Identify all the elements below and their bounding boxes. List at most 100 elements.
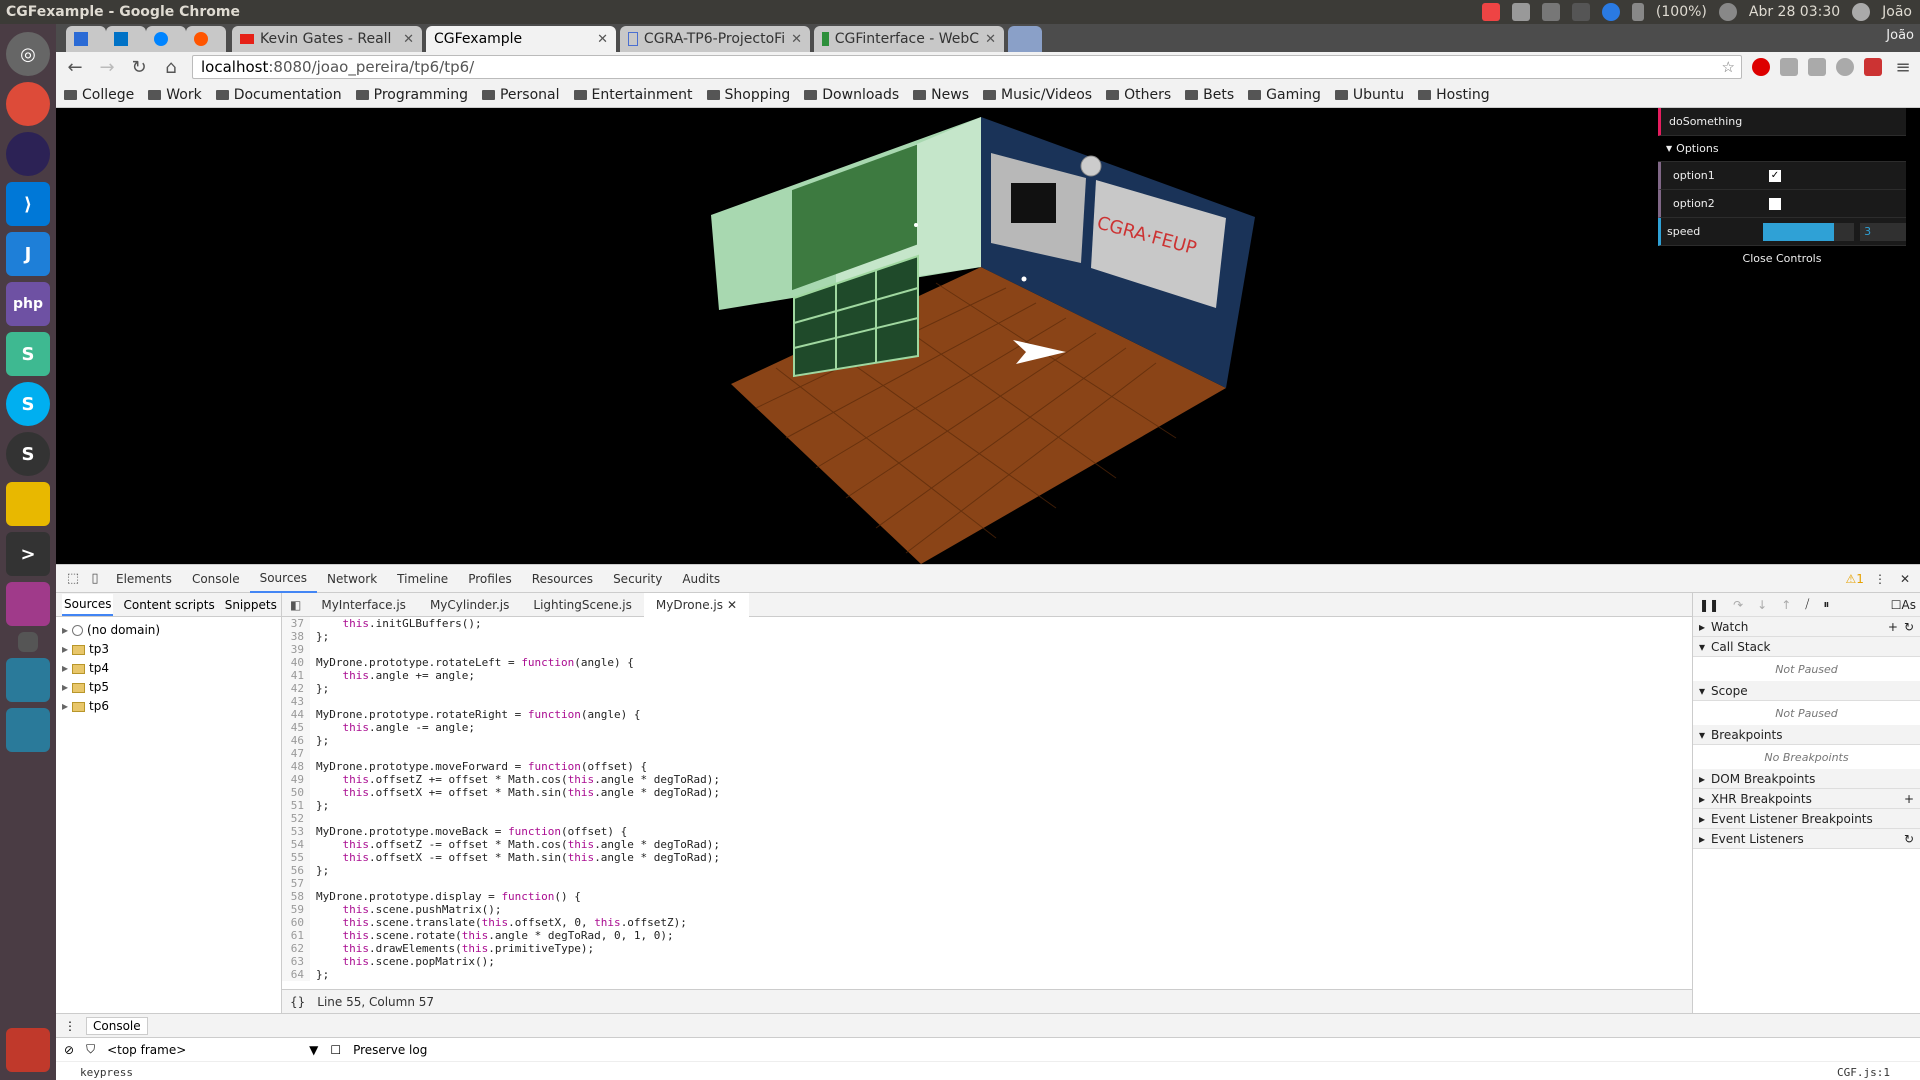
bookmark-news[interactable]: News [913,87,969,103]
options-folder[interactable]: ▼ Options [1658,136,1906,162]
ext-icon-5[interactable] [1864,58,1882,76]
battery-icon[interactable] [1631,3,1644,21]
devtools-tab-network[interactable]: Network [317,565,387,593]
option1-checkbox[interactable]: ✓ [1769,169,1781,182]
breakpoints-section[interactable]: ▾ Breakpoints [1693,725,1920,745]
bookmark-documentation[interactable]: Documentation [215,87,342,103]
callstack-section[interactable]: ▾ Call Stack [1693,637,1920,657]
close-tab-icon[interactable]: ✕ [985,32,996,47]
line-number[interactable]: 55 [282,851,310,864]
line-number[interactable]: 50 [282,786,310,799]
line-number[interactable]: 44 [282,708,310,721]
editor-tab-mydrone-js[interactable]: MyDrone.js ✕ [643,592,750,617]
devtools-tab-sources[interactable]: Sources [249,565,318,593]
ext-icon-4[interactable] [1836,58,1854,76]
forward-icon[interactable]: → [96,56,118,78]
speed-slider[interactable] [1762,222,1855,241]
devtools-tab-console[interactable]: Console [182,565,250,593]
expand-arrow-icon[interactable]: ▸ [62,640,68,659]
back-icon[interactable]: ← [64,56,86,78]
tab-cgfinterface[interactable]: CGFinterface - WebC ✕ [814,26,1004,52]
devtools-tab-elements[interactable]: Elements [106,565,182,593]
close-controls-button[interactable]: Close Controls [1658,246,1906,270]
ext-icon-2[interactable] [1780,58,1798,76]
files-icon[interactable] [6,482,50,526]
line-number[interactable]: 62 [282,942,310,955]
option2-checkbox[interactable] [1769,197,1781,210]
expand-arrow-icon[interactable]: ▸ [62,678,68,697]
refresh-listeners-icon[interactable]: ↻ [1904,832,1914,846]
event-listener-breakpoints-section[interactable]: ▸ Event Listener Breakpoints [1693,809,1920,829]
drawer-menu-icon[interactable]: ⋮ [64,1019,76,1033]
dash-icon[interactable]: ◎ [6,32,50,76]
refresh-watch-icon[interactable]: ↻ [1904,620,1914,634]
filter-icon[interactable]: ⛉ [86,1042,95,1057]
bookmark-gaming[interactable]: Gaming [1248,87,1321,103]
terminal-icon[interactable]: > [6,532,50,576]
line-number[interactable]: 52 [282,812,310,825]
line-number[interactable]: 48 [282,760,310,773]
line-number[interactable]: 58 [282,890,310,903]
tab-cgfexample[interactable]: CGFexample ✕ [426,26,616,52]
line-number[interactable]: 54 [282,838,310,851]
close-tab-icon[interactable]: ✕ [597,32,608,47]
line-number[interactable]: 38 [282,630,310,643]
do-something-button[interactable]: doSomething [1658,108,1906,136]
step-out-icon[interactable]: ↑ [1781,598,1791,612]
bookmark-college[interactable]: College [64,87,134,103]
bookmark-programming[interactable]: Programming [355,87,468,103]
slack-icon[interactable]: S [6,332,50,376]
step-over-icon[interactable]: ↷ [1733,598,1743,612]
expand-arrow-icon[interactable]: ▸ [62,659,68,678]
pinned-tab-messenger[interactable] [146,26,186,52]
bookmark-musicvideos[interactable]: Music/Videos [983,87,1092,103]
close-tab-icon[interactable]: ✕ [403,32,414,47]
line-number[interactable]: 64 [282,968,310,981]
pinned-tab-outlook[interactable] [106,26,146,52]
preserve-log-checkbox[interactable]: ☐ [330,1043,341,1057]
line-number[interactable]: 59 [282,903,310,916]
toggle-navigator-icon[interactable]: ◧ [282,598,309,612]
bookmark-star-icon[interactable]: ☆ [1722,58,1735,76]
small-app-icon[interactable] [18,632,38,652]
line-number[interactable]: 49 [282,773,310,786]
close-file-icon[interactable]: ✕ [727,598,737,612]
tree-item-tp3[interactable]: ▸ tp3 [62,640,275,659]
pt-icon[interactable] [1571,3,1590,21]
clear-console-icon[interactable]: ⊘ [64,1043,74,1057]
speed-value-input[interactable]: 3 [1860,222,1906,241]
user-name[interactable]: João [1882,4,1912,20]
tree-item-tp6[interactable]: ▸ tp6 [62,697,275,716]
opera-ext-icon[interactable] [1752,58,1770,76]
remote-desktop-2-icon[interactable] [6,708,50,752]
line-number[interactable]: 56 [282,864,310,877]
bookmark-personal[interactable]: Personal [481,87,560,103]
tree-item-tp4[interactable]: ▸ tp4 [62,659,275,678]
bluetooth-icon[interactable] [1601,3,1620,21]
ext-icon-3[interactable] [1808,58,1826,76]
devtools-tab-timeline[interactable]: Timeline [387,565,458,593]
watch-section[interactable]: ▸ Watch + ↻ [1693,617,1920,637]
user-icon[interactable] [1852,3,1871,21]
line-number[interactable]: 43 [282,695,310,708]
devtools-tab-profiles[interactable]: Profiles [458,565,522,593]
console-source-link[interactable]: CGF.js:1 [1837,1066,1890,1079]
reload-icon[interactable]: ↻ [128,56,150,78]
xhr-breakpoints-section[interactable]: ▸ XHR Breakpoints + [1693,789,1920,809]
drawer-tab-console[interactable]: Console [86,1016,148,1035]
keyboard-icon[interactable] [1511,3,1530,21]
deactivate-breakpoints-icon[interactable]: ⧸ [1805,597,1809,612]
network-icon[interactable] [1541,3,1560,21]
pause-icon[interactable]: ❚❚ [1699,598,1719,612]
line-number[interactable]: 60 [282,916,310,929]
line-number[interactable]: 39 [282,643,310,656]
eclipse-icon[interactable] [6,132,50,176]
vscode-icon[interactable]: ⟩ [6,182,50,226]
async-checkbox[interactable]: ☐As [1891,598,1916,612]
bookmark-bets[interactable]: Bets [1185,87,1234,103]
line-number[interactable]: 46 [282,734,310,747]
clock[interactable]: Abr 28 03:30 [1749,4,1840,20]
line-number[interactable]: 63 [282,955,310,968]
pinned-tab-orange[interactable] [186,26,226,52]
navigator-tab-sources[interactable]: Sources [62,593,114,616]
